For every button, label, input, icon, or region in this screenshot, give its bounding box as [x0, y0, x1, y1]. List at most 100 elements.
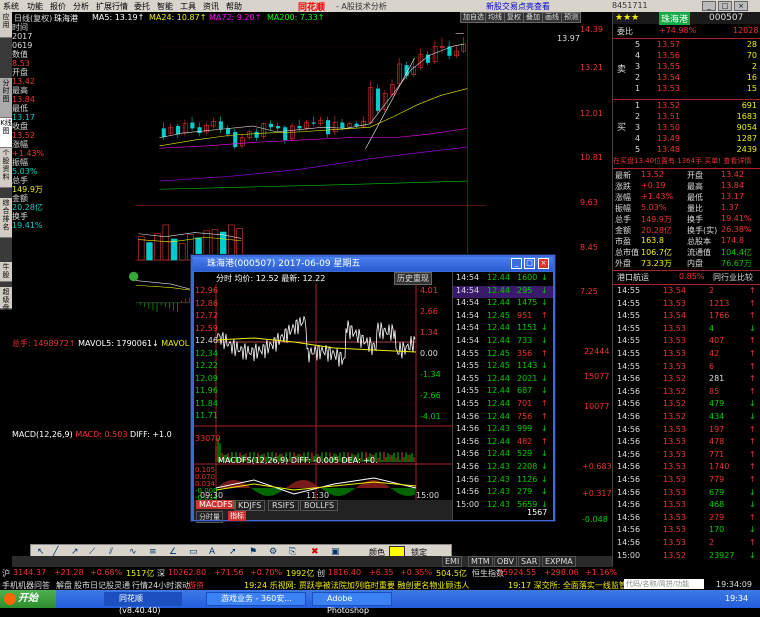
big-order-notice[interactable]: 在买盘13.40位置有 1364手 买单! 查看详情	[613, 156, 760, 167]
tab-mtm[interactable]: MTM	[468, 556, 493, 567]
index-value: 504.5亿	[436, 569, 467, 578]
tab-bollfs[interactable]: BOLLFS	[300, 500, 339, 511]
popup-pct-tick: 1.34	[420, 328, 438, 337]
menu-analysis[interactable]: 分析	[73, 1, 89, 12]
left-tab-superpan[interactable]: 超级盘口	[0, 287, 12, 320]
info-low-label: 最低	[12, 104, 28, 113]
maximize-button[interactable]: □	[718, 1, 732, 11]
minimize-button[interactable]: _	[702, 1, 716, 11]
buy-row[interactable]: 5 13.48 2439	[613, 145, 760, 156]
promo-link[interactable]: 新股交易点亮查看	[486, 1, 550, 12]
menu-smart[interactable]: 智能	[157, 1, 173, 12]
sell-row[interactable]: 1 13.53 15	[613, 84, 760, 95]
tab-sar[interactable]: SAR	[518, 556, 541, 567]
menu-tools[interactable]: 工具	[180, 1, 196, 12]
ma-button[interactable]: 均线	[485, 12, 505, 23]
popup-price-tick: 12.72	[195, 311, 218, 320]
buy-row[interactable]: 3 13.50 9054	[613, 123, 760, 134]
menu-extended[interactable]: 扩展行情	[96, 1, 128, 12]
popup-tick-volume: 1151	[517, 323, 538, 333]
taskbar-item-ths[interactable]: 同花顺(v8.40.40)	[104, 592, 182, 615]
industry-compare-link[interactable]: 同行业比较	[713, 272, 753, 283]
add-favorite-button[interactable]: 加自选	[460, 12, 487, 23]
popup-tick-price: 12.43	[487, 474, 510, 484]
popup-tick-time: 14:56	[456, 436, 480, 446]
left-tab-kline[interactable]: K线图	[0, 118, 12, 148]
buy-row[interactable]: 1 13.52 691	[613, 101, 760, 112]
close-button[interactable]: ×	[734, 1, 748, 11]
buy-row[interactable]: 4 13.49 1287	[613, 134, 760, 145]
stat-value: 76.67万	[721, 259, 752, 268]
tick-price: 13.53	[663, 538, 686, 547]
macd-tick: +0.683	[582, 462, 612, 471]
arrow-up-icon: ↑	[749, 462, 756, 472]
left-tab-timeshare[interactable]: 分时图	[0, 78, 12, 118]
star-icon[interactable]: ★★★	[615, 13, 639, 23]
intraday-chart[interactable]	[194, 284, 452, 520]
left-tab-ranking[interactable]: 综合排名	[0, 198, 12, 238]
sell-price: 13.55	[657, 62, 680, 71]
sell-row[interactable]: 5 13.57 28	[613, 40, 760, 51]
app-subtitle: - A股技术分析	[336, 2, 387, 11]
menu-info[interactable]: 资讯	[203, 1, 219, 12]
info-turnover-label: 换手	[12, 212, 28, 221]
sell-row[interactable]: 3 13.55 2	[613, 62, 760, 73]
index-value: 10262.80	[168, 568, 207, 577]
popup-tick-row: 14:56 12.43 1126 ↓	[453, 475, 553, 487]
tick-price: 13.52	[663, 386, 686, 396]
overlay-button[interactable]: 叠加	[523, 12, 543, 23]
popup-tick-row: 14:56 12.43 2208 ↓	[453, 462, 553, 474]
draw-button[interactable]: 画线	[542, 12, 562, 23]
tab-obv[interactable]: OBV	[494, 556, 518, 567]
tab-expma[interactable]: EXPMA	[542, 556, 576, 567]
tab-rsifs[interactable]: RSIFS	[268, 500, 299, 511]
left-tab-apps[interactable]: 应用	[0, 12, 12, 38]
info-time-year: 2017	[12, 32, 33, 41]
tick-volume: 2	[709, 286, 715, 295]
tick-price: 13.53	[663, 449, 686, 459]
left-tab-bull[interactable]: 牛股	[0, 262, 12, 282]
menu-quote[interactable]: 报价	[50, 1, 66, 12]
tab-kdjfs[interactable]: KDJFS	[234, 500, 266, 511]
popup-tick-time: 14:55	[456, 399, 480, 408]
tick-volume: 779	[709, 475, 725, 484]
left-tab-profile[interactable]: 个股资料	[0, 148, 12, 188]
arrow-down-icon: ↓	[749, 412, 756, 421]
tab-volume[interactable]: 分时量	[196, 511, 223, 523]
sell-row[interactable]: 4 13.56 70	[613, 51, 760, 62]
popup-tick-price: 12.44	[487, 285, 510, 295]
taskbar-item-photoshop[interactable]: Adobe Photoshop	[312, 592, 392, 615]
candle-body	[354, 123, 359, 127]
popup-minimize-button[interactable]: _	[511, 258, 522, 269]
price-tick: 12.01	[580, 109, 603, 118]
popup-close-button[interactable]: ×	[538, 258, 549, 269]
adjust-button[interactable]: 复权	[504, 12, 524, 23]
menu-system[interactable]: 系统	[3, 1, 19, 12]
candle-body	[182, 123, 188, 134]
tick-volume: 85	[709, 386, 720, 396]
menu-trade[interactable]: 委托	[134, 1, 150, 12]
sell-price: 13.57	[657, 40, 680, 49]
popup-maximize-button[interactable]: □	[524, 258, 535, 269]
ma72-value: MA72: 9.20↑	[209, 13, 262, 22]
arrow-up-icon: ↑	[749, 311, 756, 321]
tab-indicator[interactable]: 指标	[228, 511, 246, 521]
tab-emi[interactable]: EMI	[442, 556, 463, 567]
volume-bar	[146, 242, 153, 261]
search-input[interactable]: 代码/名称/简拼/功能	[624, 579, 704, 589]
tick-price: 13.53	[663, 525, 686, 535]
menu-function[interactable]: 功能	[27, 1, 43, 12]
stat-value: 5.03%	[641, 203, 667, 212]
taskbar-item-browser[interactable]: 游戏业务 - 360安...	[206, 592, 306, 606]
sell-row[interactable]: 2 13.54 16	[613, 73, 760, 84]
tel-number: 8451711	[612, 1, 648, 10]
popup-tick-row: 14:56 12.44 756 ↑	[453, 412, 553, 424]
arrow-up-icon: ↑	[541, 399, 548, 408]
buy-row[interactable]: 2 13.51 1683	[613, 112, 760, 123]
tick-row: 14:56 13.52 479 ↓	[613, 399, 760, 410]
stat-label: 最新	[615, 171, 631, 180]
index-value: +71.56	[214, 568, 244, 577]
menu-help[interactable]: 帮助	[226, 1, 242, 12]
volume-mavol10: MAVOL	[161, 339, 190, 348]
forecast-button[interactable]: 预测	[561, 12, 581, 23]
